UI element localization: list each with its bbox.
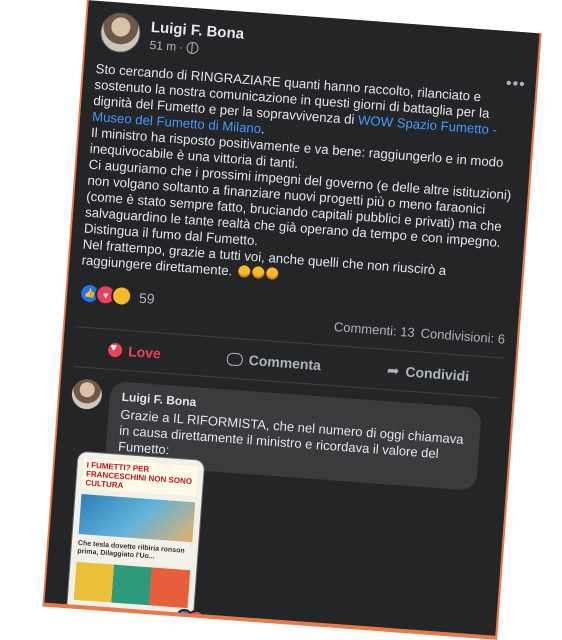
love-label: Love — [127, 343, 162, 362]
post-body: Sto cercando di RINGRAZIARE quanti hanno… — [81, 61, 519, 299]
love-button[interactable]: Love — [107, 342, 162, 362]
share-button[interactable]: ➦ Condividi — [386, 361, 469, 385]
facebook-post: Luigi F. Bona 51 m · ••• Sto cercando di… — [44, 0, 540, 636]
hug-emoji-icon — [251, 265, 265, 279]
comment-icon — [226, 351, 244, 366]
commenter-avatar[interactable] — [70, 378, 103, 411]
author-avatar[interactable] — [99, 11, 142, 55]
shares-count[interactable]: Condivisioni: 6 — [420, 325, 505, 346]
post-stats: Commenti: 13 Condivisioni: 6 — [333, 319, 505, 347]
reaction-count: 59 — [138, 289, 156, 307]
care-reaction-icon — [110, 284, 133, 308]
comment-button[interactable]: Commenta — [226, 350, 322, 374]
share-label: Condividi — [404, 363, 470, 385]
newspaper-comic-strip — [73, 561, 191, 609]
reaction-summary[interactable]: 👍 ♥ 59 — [78, 282, 156, 308]
globe-icon — [185, 41, 199, 54]
newspaper-masthead: I FUMETTI? PER FRANCESCHINI NON SONO CUL… — [81, 458, 198, 497]
comments-count[interactable]: Commenti: 13 — [333, 319, 415, 340]
hug-emoji-icon — [265, 266, 279, 280]
newspaper-photo — [78, 494, 196, 543]
author-block: Luigi F. Bona 51 m · — [149, 18, 245, 58]
comment-label: Commenta — [248, 351, 322, 374]
post-header: Luigi F. Bona 51 m · — [99, 11, 245, 61]
newspaper-subheadline: Che tesla dovette rilbiria ronson prima,… — [77, 539, 185, 561]
share-icon: ➦ — [386, 362, 401, 380]
heart-icon — [107, 342, 123, 358]
post-time[interactable]: 51 m — [149, 37, 177, 53]
newspaper-headline: I FUMETTI? PER FRANCESCHINI NON SONO CUL… — [85, 460, 193, 491]
hug-emoji-icon — [237, 264, 251, 278]
